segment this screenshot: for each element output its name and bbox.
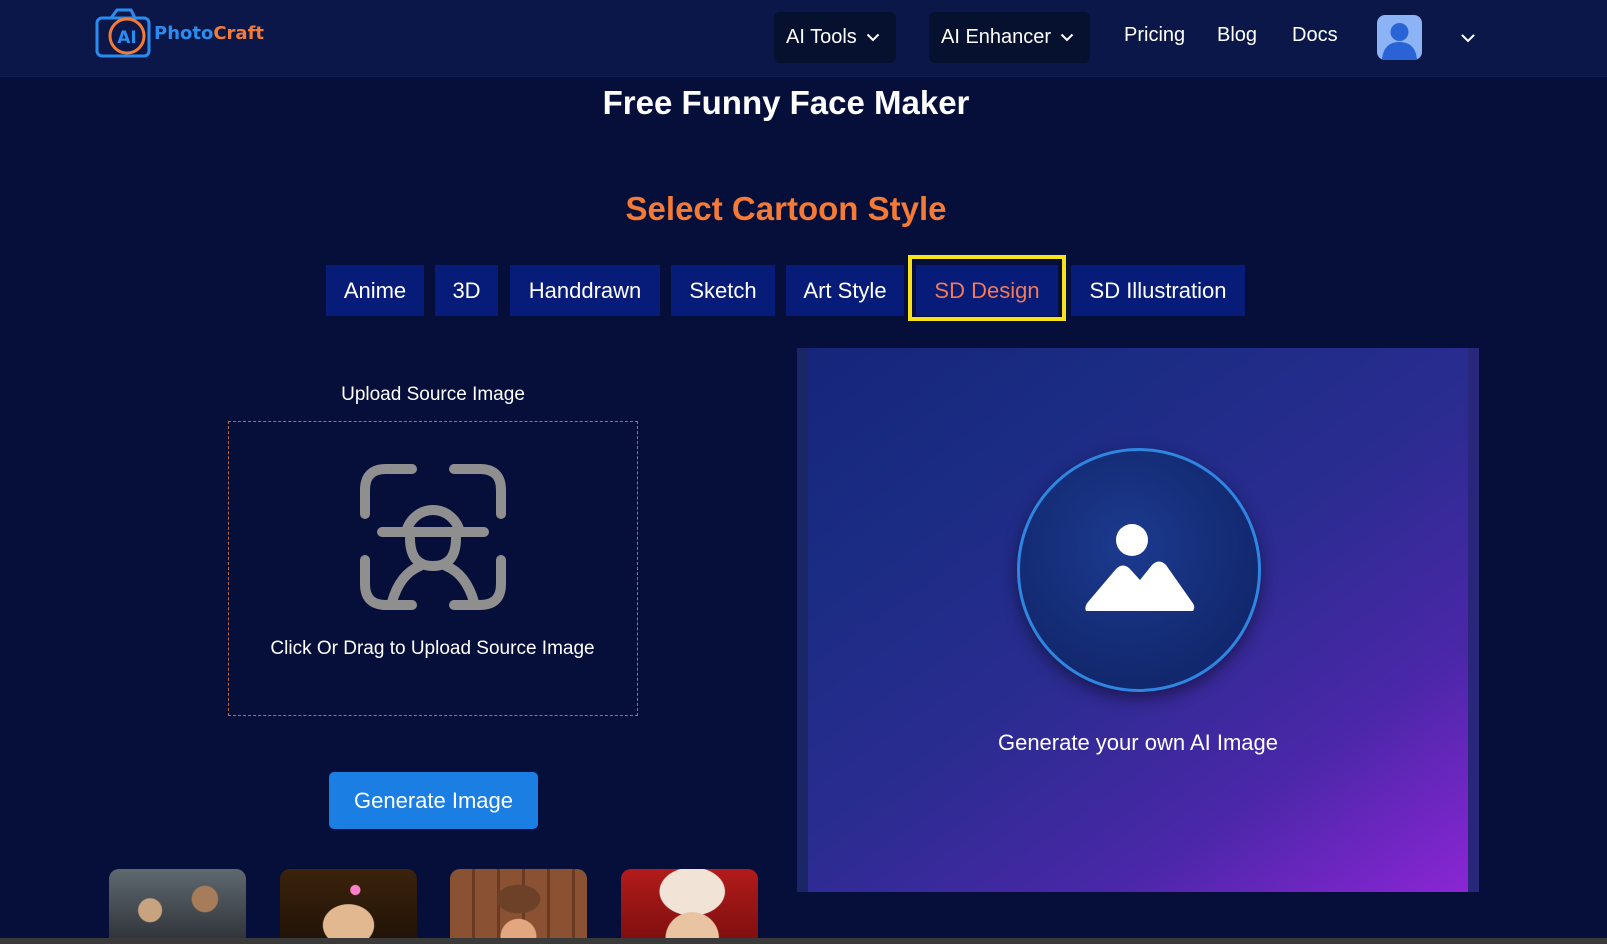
result-panel-edge: [1468, 348, 1479, 892]
user-icon: [1382, 23, 1417, 60]
sample-thumbnail-3[interactable]: [450, 869, 587, 944]
result-placeholder-circle: [1017, 448, 1261, 692]
sample-thumbnail-2[interactable]: [280, 869, 417, 944]
sample-thumbnail-1[interactable]: [109, 869, 246, 944]
face-scan-icon: [360, 464, 506, 610]
result-preview-panel: Generate your own AI Image: [797, 348, 1479, 892]
bottom-edge: [0, 938, 1607, 944]
logo-mark: AI: [117, 28, 136, 48]
chevron-down-icon: [1060, 33, 1074, 42]
upload-dropzone[interactable]: Click Or Drag to Upload Source Image: [228, 421, 638, 716]
style-tab-handdrawn[interactable]: Handdrawn: [510, 265, 660, 316]
nav-pricing-link[interactable]: Pricing: [1124, 24, 1185, 47]
nav-ai-tools-label: AI Tools: [786, 26, 857, 48]
style-tab-art-style[interactable]: Art Style: [786, 265, 904, 316]
upload-label: Upload Source Image: [341, 384, 525, 405]
chevron-down-icon: [866, 33, 879, 42]
brand-name: PhotoCraft: [154, 23, 264, 44]
nav-ai-tools-dropdown[interactable]: AI Tools: [774, 12, 896, 63]
sample-thumbnail-4[interactable]: [621, 869, 758, 944]
brand-name-part1: Photo: [154, 23, 214, 44]
image-icon: [1085, 524, 1195, 611]
style-tab-sd-illustration[interactable]: SD Illustration: [1071, 265, 1245, 316]
result-placeholder-text: Generate your own AI Image: [997, 730, 1279, 755]
top-navbar: AI PhotoCraft AI Tools AI Enhancer Prici…: [0, 0, 1607, 77]
nav-docs-link[interactable]: Docs: [1292, 24, 1338, 47]
nav-ai-enhancer-dropdown[interactable]: AI Enhancer: [929, 12, 1090, 63]
user-avatar[interactable]: [1377, 15, 1422, 60]
upload-instruction: Click Or Drag to Upload Source Image: [270, 638, 595, 659]
camera-logo-icon: AI: [95, 8, 151, 58]
style-tab-sd-design[interactable]: SD Design: [916, 265, 1058, 316]
style-tab-sketch[interactable]: Sketch: [671, 265, 775, 316]
result-panel-edge: [797, 348, 808, 892]
brand-name-part2: Craft: [213, 23, 265, 44]
logo[interactable]: AI PhotoCraft: [95, 6, 275, 62]
nav-blog-link[interactable]: Blog: [1217, 24, 1257, 47]
page: AI PhotoCraft AI Tools AI Enhancer Prici…: [0, 0, 1607, 944]
style-tab-3d[interactable]: 3D: [435, 265, 498, 316]
cartoon-style-heading: Select Cartoon Style: [625, 190, 947, 227]
generate-image-button[interactable]: Generate Image: [329, 772, 538, 829]
page-title: Free Funny Face Maker: [602, 84, 970, 121]
nav-ai-enhancer-label: AI Enhancer: [941, 26, 1052, 48]
style-tab-anime[interactable]: Anime: [326, 265, 424, 316]
user-menu-chevron-icon[interactable]: [1460, 33, 1476, 43]
